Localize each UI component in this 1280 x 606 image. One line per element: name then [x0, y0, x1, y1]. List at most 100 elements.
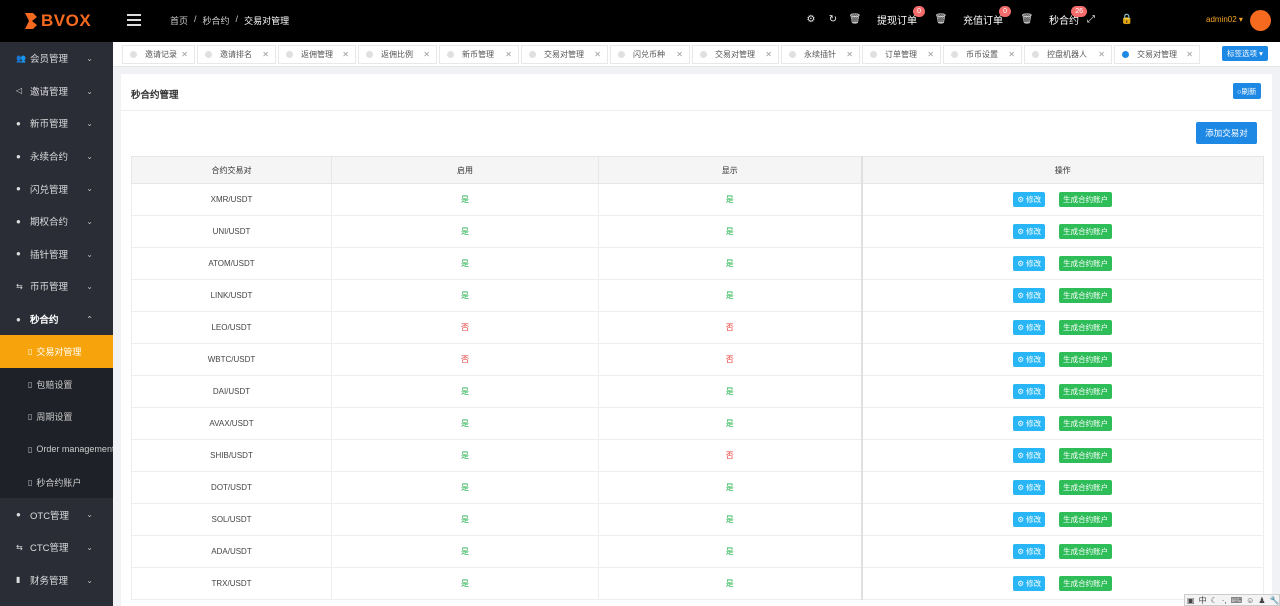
close-icon[interactable]: ✕	[1008, 50, 1015, 59]
tab-item[interactable]: 邀请排名 ✕	[197, 45, 276, 64]
sidebar-item-invites[interactable]: ◁ 邀请管理 ⌄	[0, 75, 113, 108]
close-icon[interactable]: ✕	[765, 50, 772, 59]
generate-account-button[interactable]: 生成合约账户	[1059, 544, 1113, 559]
close-icon[interactable]: ✕	[181, 50, 188, 59]
tab-item[interactable]: 交易对管理 ✕	[1114, 45, 1200, 64]
breadcrumb-section[interactable]: 秒合约	[203, 14, 230, 27]
sidebar-subitem-label: 包赔设置	[36, 379, 73, 390]
refresh-icon[interactable]: ↻	[827, 14, 839, 26]
sidebar-item-ctc[interactable]: ⇆ CTC管理 ⌄	[0, 531, 113, 564]
edit-button[interactable]: ⚙ 修改	[1013, 448, 1046, 463]
edit-button[interactable]: ⚙ 修改	[1013, 352, 1046, 367]
tab-item[interactable]: 邀请记录 ✕	[122, 45, 195, 64]
generate-account-button[interactable]: 生成合约账户	[1059, 352, 1113, 367]
sidebar-item-options[interactable]: ● 期权合约 ⌄	[0, 205, 113, 238]
sidebar-item-pin[interactable]: ● 插针管理 ⌄	[0, 238, 113, 271]
generate-account-button[interactable]: 生成合约账户	[1059, 448, 1113, 463]
trash-icon[interactable]: 🗑	[935, 14, 948, 26]
second-contract-link[interactable]: 秒合约 26	[1043, 6, 1087, 27]
close-icon[interactable]: ✕	[342, 50, 349, 59]
edit-button[interactable]: ⚙ 修改	[1013, 544, 1046, 559]
menu-toggle-icon[interactable]	[127, 14, 141, 26]
edit-button[interactable]: ⚙ 修改	[1013, 512, 1046, 527]
breadcrumb-home[interactable]: 首页	[170, 14, 188, 27]
tab-status-dot-icon	[205, 51, 212, 58]
logo[interactable]: BVOX	[24, 11, 91, 31]
breadcrumb: 首页 / 秒合约 / 交易对管理	[170, 14, 289, 27]
close-icon[interactable]: ✕	[423, 50, 430, 59]
shown-value-cell: 是	[598, 407, 862, 440]
edit-button[interactable]: ⚙ 修改	[1013, 576, 1046, 591]
shown-value-cell: 否	[598, 439, 862, 472]
generate-account-button[interactable]: 生成合约账户	[1059, 288, 1113, 303]
generate-account-button[interactable]: 生成合约账户	[1059, 224, 1113, 239]
sidebar-item-members[interactable]: 👥 会员管理 ⌄	[0, 42, 113, 75]
generate-account-button[interactable]: 生成合约账户	[1059, 256, 1113, 271]
tab-item[interactable]: 交易对管理 ✕	[692, 45, 779, 64]
sidebar-item-otc[interactable]: ● OTC管理 ⌄	[0, 498, 113, 531]
generate-account-button[interactable]: 生成合约账户	[1059, 416, 1113, 431]
tab-item[interactable]: 新币管理 ✕	[439, 45, 519, 64]
tab-item[interactable]: 返佣管理 ✕	[278, 45, 356, 64]
enabled-value-cell: 是	[331, 535, 599, 568]
sidebar-subitem-accounts[interactable]: ▯ 秒合约账户	[0, 465, 113, 499]
generate-account-button[interactable]: 生成合约账户	[1059, 512, 1113, 527]
close-icon[interactable]: ✕	[262, 50, 269, 59]
edit-button[interactable]: ⚙ 修改	[1013, 320, 1046, 335]
sidebar-item-spot[interactable]: ⇆ 币币管理 ⌄	[0, 270, 113, 303]
tab-options-dropdown[interactable]: 标签选项 ▾	[1222, 46, 1268, 61]
sidebar-subitem-period[interactable]: ▯ 周期设置	[0, 400, 113, 434]
sidebar-subitem-compensation[interactable]: ▯ 包赔设置	[0, 367, 113, 401]
sidebar-item-flash[interactable]: ● 闪兑管理 ⌄	[0, 172, 113, 205]
generate-account-button[interactable]: 生成合约账户	[1059, 192, 1113, 207]
close-icon[interactable]: ✕	[846, 50, 853, 59]
close-icon[interactable]: ✕	[594, 50, 601, 59]
tab-item[interactable]: 返佣比例 ✕	[358, 45, 437, 64]
tab-status-dot-icon	[789, 51, 796, 58]
shown-value-cell: 否	[598, 311, 862, 344]
sidebar-item-finance[interactable]: ▮ 财务管理 ⌄	[0, 564, 113, 597]
user-menu[interactable]: admin02 ▾	[1206, 15, 1243, 24]
edit-button[interactable]: ⚙ 修改	[1013, 480, 1046, 495]
edit-button[interactable]: ⚙ 修改	[1013, 416, 1046, 431]
enabled-value: 否	[461, 355, 469, 364]
close-icon[interactable]: ✕	[1098, 50, 1105, 59]
actions-cell: ⚙ 修改 生成合约账户	[860, 407, 1264, 440]
close-icon[interactable]: ✕	[676, 50, 683, 59]
edit-button[interactable]: ⚙ 修改	[1013, 384, 1046, 399]
tab-item[interactable]: 交易对管理 ✕	[521, 45, 608, 64]
trash-icon[interactable]: 🗑	[849, 14, 862, 26]
avatar[interactable]	[1250, 10, 1271, 31]
lock-icon[interactable]: 🔒	[1121, 13, 1133, 25]
sidebar-subitem-orders[interactable]: ▯ Order management	[0, 433, 113, 466]
tab-item[interactable]: 控盘机器人 ✕	[1024, 45, 1112, 64]
fullscreen-icon[interactable]: ⤢	[1085, 13, 1097, 25]
sidebar-item-second-contract[interactable]: ● 秒合约 ⌃	[0, 303, 113, 336]
close-icon[interactable]: ✕	[1186, 50, 1193, 59]
settings-icon[interactable]: ⚙	[805, 14, 817, 26]
sidebar-item-newcoin[interactable]: ● 新币管理 ⌄	[0, 107, 113, 140]
close-icon[interactable]: ✕	[505, 50, 512, 59]
trash-icon[interactable]: 🗑	[1021, 14, 1034, 26]
generate-account-button[interactable]: 生成合约账户	[1059, 576, 1113, 591]
tab-item[interactable]: 闪兑币种 ✕	[610, 45, 690, 64]
tab-item[interactable]: 订单管理 ✕	[862, 45, 941, 64]
edit-button[interactable]: ⚙ 修改	[1013, 288, 1046, 303]
gear-icon: ⚙	[1017, 259, 1027, 268]
sidebar-subitem-pairs[interactable]: ▯ 交易对管理	[0, 335, 113, 368]
generate-account-button[interactable]: 生成合约账户	[1059, 384, 1113, 399]
refresh-button[interactable]: ○ 刷新	[1233, 83, 1261, 99]
generate-account-button[interactable]: 生成合约账户	[1059, 320, 1113, 335]
close-icon[interactable]: ✕	[927, 50, 934, 59]
sidebar-item-perpetual[interactable]: ● 永续合约 ⌄	[0, 140, 113, 173]
add-pair-button[interactable]: 添加交易对	[1196, 122, 1257, 144]
withdraw-orders-link[interactable]: 提现订单 0	[871, 6, 925, 27]
edit-button[interactable]: ⚙ 修改	[1013, 256, 1046, 271]
tab-item[interactable]: 币币设置 ✕	[943, 45, 1022, 64]
recharge-orders-link[interactable]: 充值订单 0	[957, 6, 1011, 27]
edit-button[interactable]: ⚙ 修改	[1013, 192, 1046, 207]
generate-account-button[interactable]: 生成合约账户	[1059, 480, 1113, 495]
tab-item[interactable]: 永续插针 ✕	[781, 45, 860, 64]
edit-button[interactable]: ⚙ 修改	[1013, 224, 1046, 239]
ime-language[interactable]: 中	[1199, 595, 1207, 606]
